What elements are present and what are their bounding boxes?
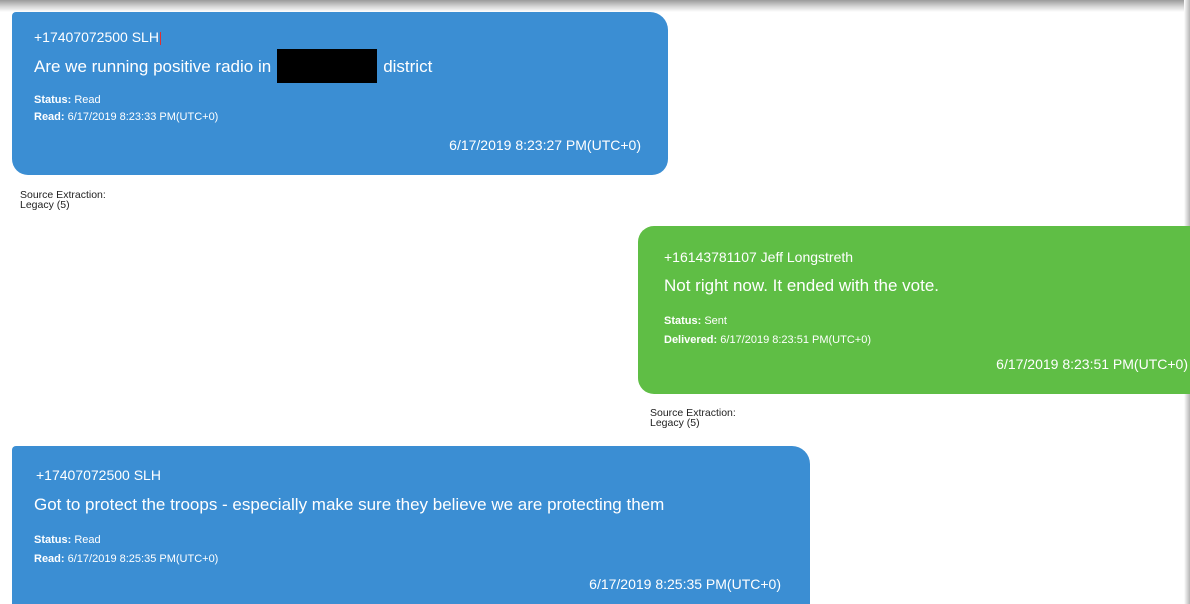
message-delivered-time: Delivered: 6/17/2019 8:23:51 PM(UTC+0): [664, 334, 871, 346]
message-bubble-outgoing[interactable]: +16143781107 Jeff Longstreth Not right n…: [638, 226, 1190, 394]
message-timestamp: 6/17/2019 8:23:51 PM(UTC+0): [996, 356, 1188, 372]
source-extraction: Source Extraction: Legacy (5): [650, 407, 736, 429]
text-cursor: [159, 31, 161, 45]
message-timestamp: 6/17/2019 8:25:35 PM(UTC+0): [589, 576, 781, 592]
message-timestamp: 6/17/2019 8:23:27 PM(UTC+0): [449, 137, 641, 153]
message-text: Are we running positive radio in district: [34, 48, 432, 85]
source-extraction: Source Extraction: Legacy (5): [20, 189, 106, 211]
message-bubble-incoming[interactable]: +17407072500 SLH Are we running positive…: [12, 12, 668, 175]
message-sender: +17407072500 SLH: [36, 467, 161, 483]
message-status: Status: Read: [34, 534, 101, 546]
message-text: Got to protect the troops - especially m…: [34, 495, 665, 514]
message-sender: +16143781107 Jeff Longstreth: [664, 249, 854, 265]
redaction-block: [277, 48, 378, 83]
message-text: Not right now. It ended with the vote.: [664, 276, 939, 295]
message-read-time: Read: 6/17/2019 8:23:33 PM(UTC+0): [34, 111, 219, 123]
message-status: Status: Read: [34, 94, 101, 106]
message-bubble-incoming[interactable]: +17407072500 SLH Got to protect the troo…: [12, 446, 810, 604]
message-sender: +17407072500 SLH: [34, 29, 161, 45]
message-status: Status: Sent: [664, 315, 727, 327]
message-read-time: Read: 6/17/2019 8:25:35 PM(UTC+0): [34, 553, 219, 565]
top-edge-shadow: [0, 0, 1190, 12]
